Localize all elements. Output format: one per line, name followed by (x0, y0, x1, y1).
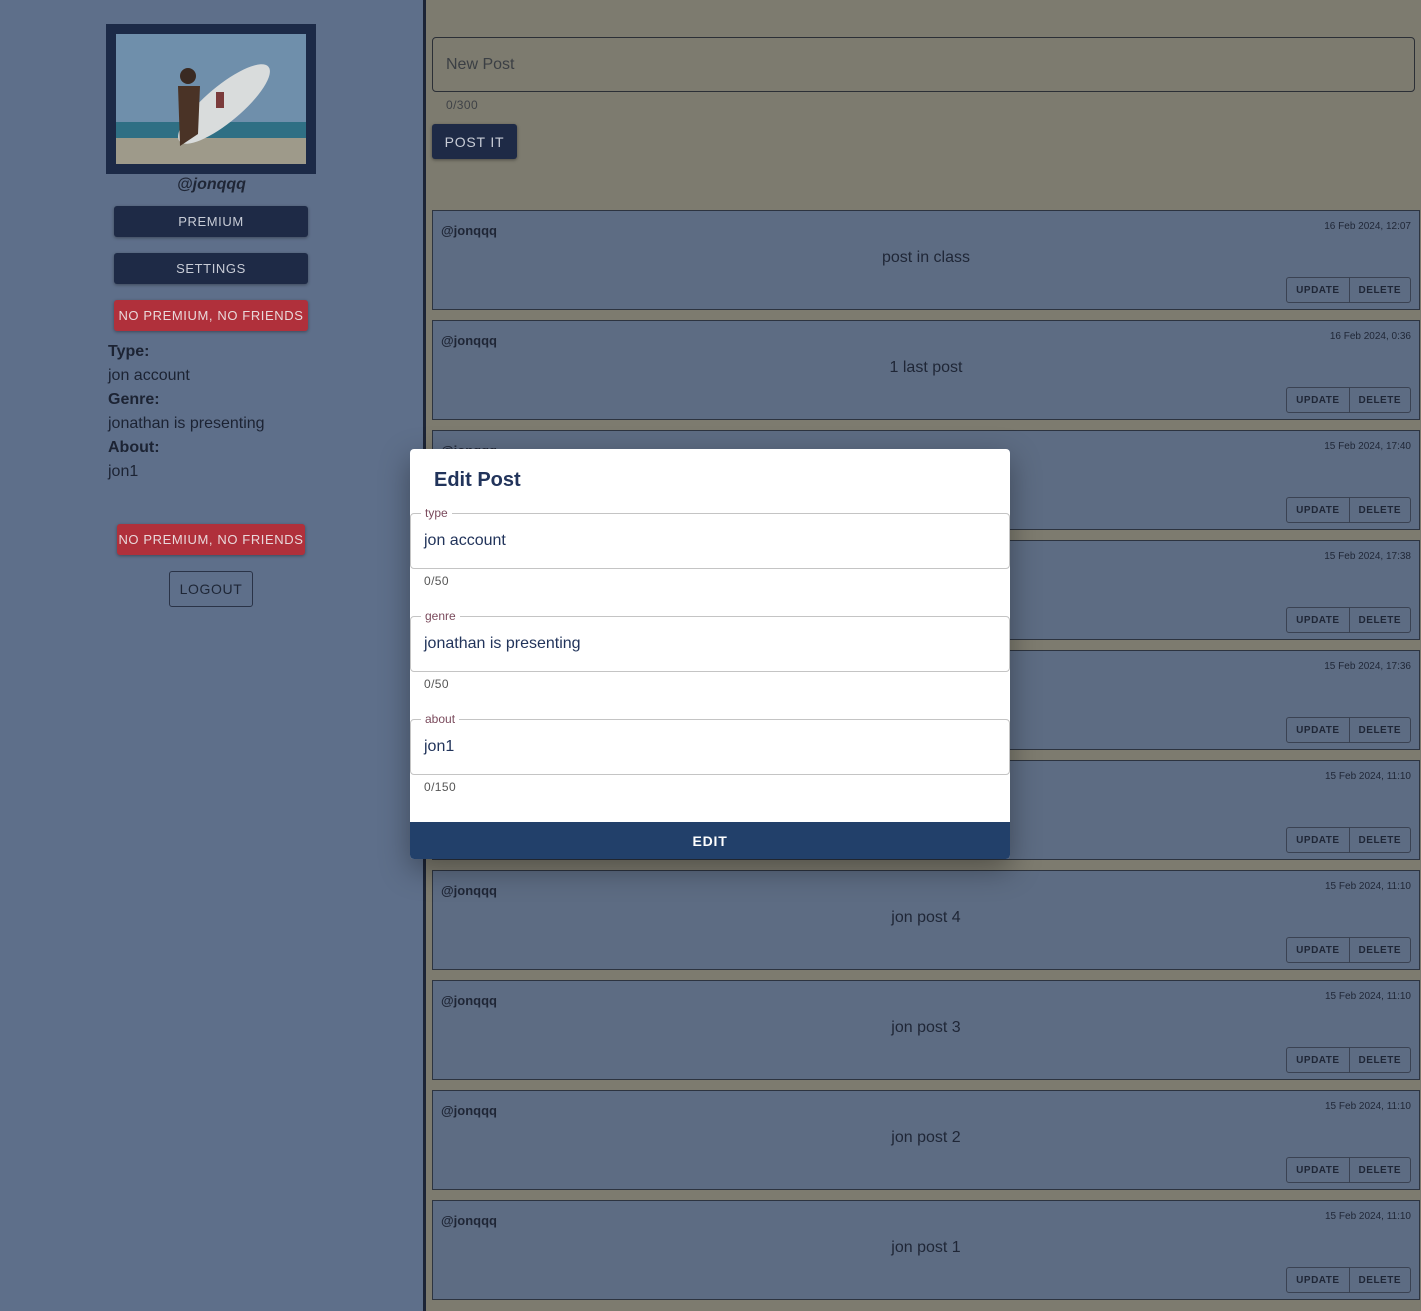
post-actions: UPDATE DELETE (1286, 387, 1411, 413)
genre-field-value[interactable]: jonathan is presenting (424, 635, 581, 653)
post-date: 15 Feb 2024, 17:38 (1324, 551, 1411, 562)
dialog-title: Edit Post (434, 469, 521, 491)
delete-button[interactable]: DELETE (1348, 718, 1410, 742)
post-card: @jonqqq 15 Feb 2024, 11:10 jon post 1 UP… (432, 1200, 1420, 1300)
logout-button[interactable]: LOGOUT (169, 571, 253, 607)
genre-field-counter: 0/50 (424, 677, 449, 691)
update-button[interactable]: UPDATE (1287, 828, 1348, 852)
new-post-input[interactable]: New Post (432, 37, 1415, 92)
type-value: jon account (108, 367, 190, 384)
update-button[interactable]: UPDATE (1287, 1048, 1348, 1072)
edit-button[interactable]: EDIT (410, 822, 1010, 859)
post-author: @jonqqq (441, 883, 497, 898)
type-field-value[interactable]: jon account (424, 532, 506, 550)
post-actions: UPDATE DELETE (1286, 1047, 1411, 1073)
post-actions: UPDATE DELETE (1286, 1267, 1411, 1293)
delete-button[interactable]: DELETE (1348, 388, 1410, 412)
genre-label: Genre: (108, 391, 160, 408)
post-date: 15 Feb 2024, 11:10 (1325, 1211, 1411, 1222)
profile-sidebar: @jonqqq PREMIUM SETTINGS NO PREMIUM, NO … (0, 0, 426, 1311)
post-actions: UPDATE DELETE (1286, 277, 1411, 303)
post-actions: UPDATE DELETE (1286, 1157, 1411, 1183)
about-field[interactable]: about jon1 (410, 712, 1010, 775)
update-button[interactable]: UPDATE (1287, 718, 1348, 742)
delete-button[interactable]: DELETE (1348, 608, 1410, 632)
post-card: @jonqqq 15 Feb 2024, 11:10 jon post 3 UP… (432, 980, 1420, 1080)
delete-button[interactable]: DELETE (1348, 1048, 1410, 1072)
edit-post-dialog: Edit Post type jon account 0/50 genre jo… (410, 449, 1010, 859)
no-premium-button-secondary[interactable]: NO PREMIUM, NO FRIENDS (117, 524, 305, 555)
genre-value: jonathan is presenting (108, 415, 265, 432)
about-label: About: (108, 439, 160, 456)
post-author: @jonqqq (441, 1213, 497, 1228)
avatar (106, 24, 316, 174)
post-actions: UPDATE DELETE (1286, 497, 1411, 523)
type-field[interactable]: type jon account (410, 506, 1010, 569)
post-actions: UPDATE DELETE (1286, 827, 1411, 853)
update-button[interactable]: UPDATE (1287, 1268, 1348, 1292)
post-date: 15 Feb 2024, 17:40 (1324, 441, 1411, 452)
profile-photo (116, 34, 306, 164)
new-post-counter: 0/300 (446, 98, 479, 112)
type-label: Type: (108, 343, 150, 360)
delete-button[interactable]: DELETE (1348, 1158, 1410, 1182)
post-card: @jonqqq 15 Feb 2024, 11:10 jon post 4 UP… (432, 870, 1420, 970)
delete-button[interactable]: DELETE (1348, 828, 1410, 852)
post-it-button[interactable]: POST IT (432, 124, 517, 159)
post-author: @jonqqq (441, 993, 497, 1008)
type-field-label: type (421, 506, 452, 520)
post-actions: UPDATE DELETE (1286, 607, 1411, 633)
post-date: 15 Feb 2024, 11:10 (1325, 991, 1411, 1002)
type-field-counter: 0/50 (424, 574, 449, 588)
delete-button[interactable]: DELETE (1348, 498, 1410, 522)
post-date: 15 Feb 2024, 17:36 (1324, 661, 1411, 672)
profile-username: @jonqqq (177, 176, 246, 193)
post-date: 16 Feb 2024, 12:07 (1324, 221, 1411, 232)
post-card: @jonqqq 16 Feb 2024, 0:36 1 last post UP… (432, 320, 1420, 420)
update-button[interactable]: UPDATE (1287, 278, 1348, 302)
update-button[interactable]: UPDATE (1287, 1158, 1348, 1182)
premium-button[interactable]: PREMIUM (114, 206, 308, 237)
about-value: jon1 (108, 463, 139, 480)
post-text: 1 last post (889, 359, 963, 376)
post-actions: UPDATE DELETE (1286, 717, 1411, 743)
post-author: @jonqqq (441, 333, 497, 348)
about-field-label: about (421, 712, 460, 726)
update-button[interactable]: UPDATE (1287, 388, 1348, 412)
about-field-value[interactable]: jon1 (424, 738, 454, 756)
post-author: @jonqqq (441, 1103, 497, 1118)
post-date: 15 Feb 2024, 11:10 (1325, 771, 1411, 782)
post-date: 16 Feb 2024, 0:36 (1329, 331, 1411, 342)
genre-field-label: genre (421, 609, 460, 623)
post-text: jon post 3 (891, 1019, 961, 1036)
update-button[interactable]: UPDATE (1287, 938, 1348, 962)
delete-button[interactable]: DELETE (1348, 1268, 1410, 1292)
post-text: jon post 1 (891, 1239, 961, 1256)
post-author: @jonqqq (441, 223, 497, 238)
delete-button[interactable]: DELETE (1348, 278, 1410, 302)
settings-button[interactable]: SETTINGS (114, 253, 308, 284)
post-card: @jonqqq 15 Feb 2024, 11:10 jon post 2 UP… (432, 1090, 1420, 1190)
post-date: 15 Feb 2024, 11:10 (1325, 1101, 1411, 1112)
post-date: 15 Feb 2024, 11:10 (1325, 881, 1411, 892)
post-actions: UPDATE DELETE (1286, 937, 1411, 963)
genre-field[interactable]: genre jonathan is presenting (410, 609, 1010, 672)
post-text: jon post 2 (891, 1129, 961, 1146)
post-card: @jonqqq 16 Feb 2024, 12:07 post in class… (432, 210, 1420, 310)
no-premium-button[interactable]: NO PREMIUM, NO FRIENDS (114, 300, 308, 331)
post-text: post in class (881, 249, 971, 266)
update-button[interactable]: UPDATE (1287, 608, 1348, 632)
update-button[interactable]: UPDATE (1287, 498, 1348, 522)
delete-button[interactable]: DELETE (1348, 938, 1410, 962)
post-text: jon post 4 (891, 909, 961, 926)
about-field-counter: 0/150 (424, 780, 457, 794)
